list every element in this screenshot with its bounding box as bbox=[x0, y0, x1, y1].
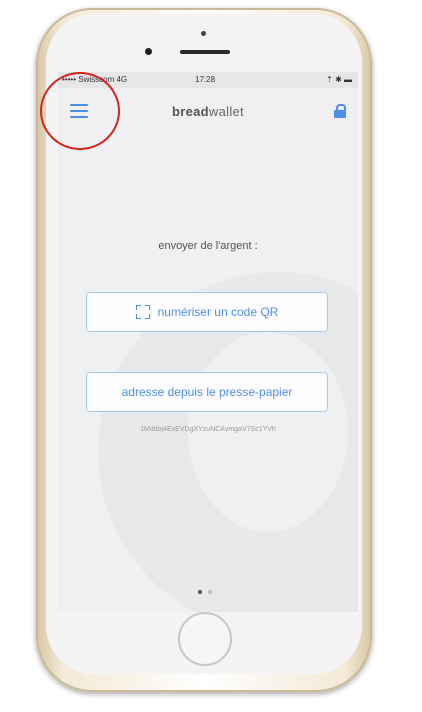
page-dot-active bbox=[198, 590, 202, 594]
front-camera bbox=[145, 48, 152, 55]
clipboard-address: 1Mddoj4ExEVDgXYzuNCAvmgaV7Sc1YVh bbox=[140, 426, 276, 433]
page-dot bbox=[208, 590, 212, 594]
highlight-circle bbox=[40, 72, 120, 150]
status-icons: ⇡ ✱ ▬ bbox=[326, 75, 352, 84]
brand-light: wallet bbox=[208, 104, 244, 119]
status-time: 17:28 bbox=[195, 75, 216, 84]
home-button[interactable] bbox=[178, 612, 232, 666]
brand-bold: bread bbox=[172, 104, 209, 119]
clipboard-label: adresse depuis le presse-papier bbox=[121, 385, 293, 399]
scan-qr-button[interactable]: numériser un code QR bbox=[86, 292, 328, 332]
send-title: envoyer de l'argent : bbox=[158, 240, 258, 252]
camera-dot bbox=[201, 31, 206, 36]
clipboard-address-button[interactable]: adresse depuis le presse-papier bbox=[86, 372, 328, 412]
page-indicator[interactable] bbox=[196, 590, 220, 596]
screen: ••••• Swisscom 4G 17:28 ⇡ ✱ ▬ breadwalle… bbox=[58, 72, 358, 612]
qr-scan-icon bbox=[135, 305, 150, 319]
scan-qr-label: numériser un code QR bbox=[157, 305, 279, 319]
lock-icon[interactable] bbox=[334, 104, 346, 118]
earpiece-speaker bbox=[180, 50, 230, 54]
